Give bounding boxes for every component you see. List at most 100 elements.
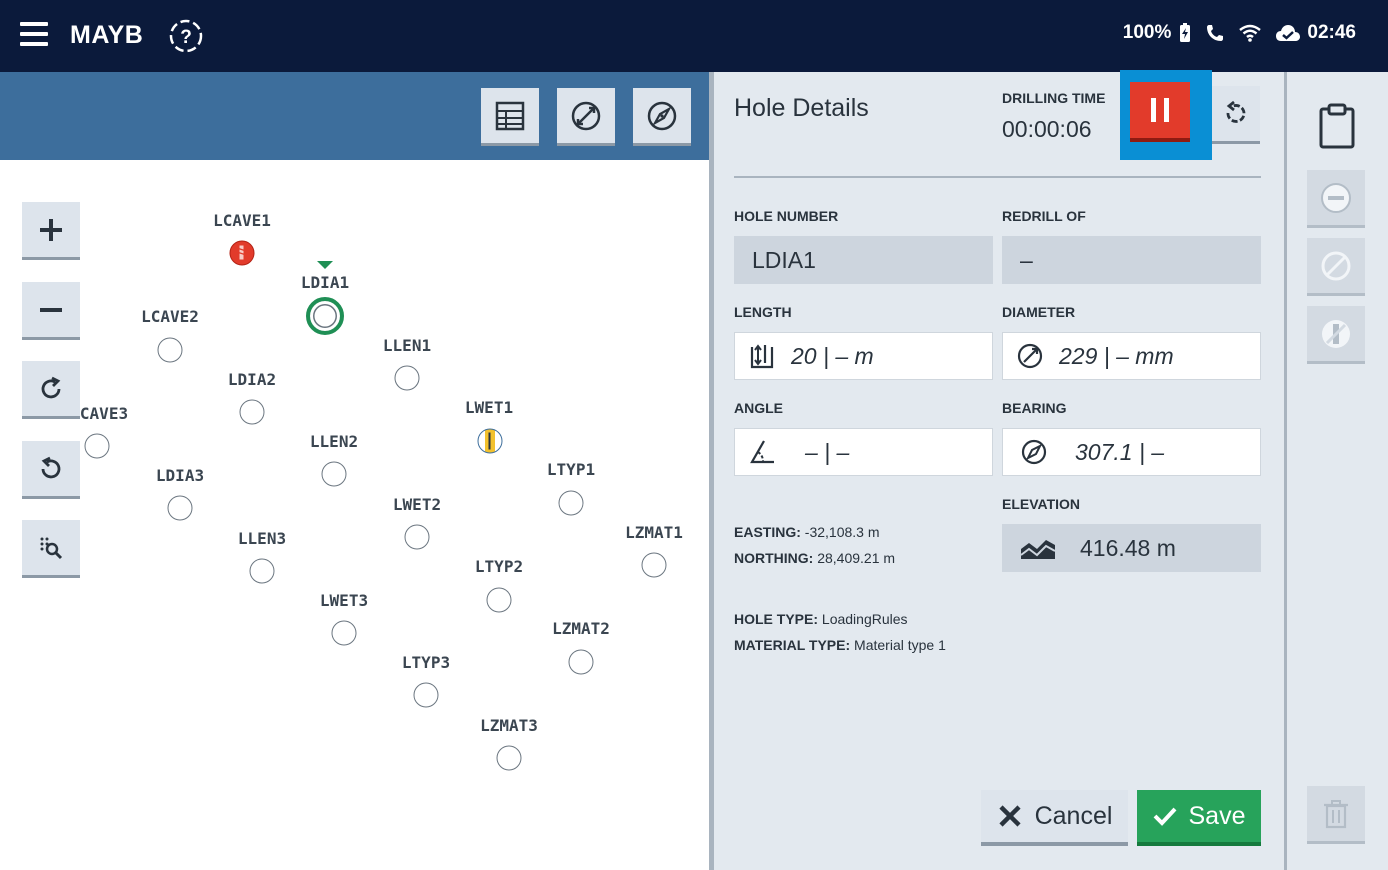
hole-label: LDIA1: [300, 273, 350, 292]
wifi-icon: [1239, 24, 1262, 42]
bearing-value: 307.1 | –: [1075, 438, 1165, 465]
top-bar: MAYB ? 100% 02:46: [0, 0, 1388, 72]
northing-value: 28,409.21 m: [817, 550, 896, 566]
trash-icon: [1324, 799, 1348, 828]
zoom-to-fit-button[interactable]: [22, 520, 80, 578]
bearing-field[interactable]: 307.1 | –: [1002, 428, 1261, 476]
zoom-out-button[interactable]: [22, 282, 80, 340]
battery-charging-icon: [1179, 23, 1191, 43]
skip-hole-button[interactable]: [1307, 170, 1365, 228]
pause-drilling-button[interactable]: [1130, 82, 1190, 142]
cloud-check-icon: [1275, 24, 1301, 42]
hole-label: LWET3: [319, 591, 369, 610]
hole-ldia1[interactable]: [306, 297, 344, 335]
hole-lwet2[interactable]: [404, 524, 430, 550]
hole-lcave1[interactable]: [229, 240, 255, 266]
hole-details-panel: Hole Details DRILLING TIME 00:00:06 HOLE…: [714, 70, 1284, 870]
hole-ldia2[interactable]: [239, 399, 265, 425]
reset-icon: [1226, 100, 1246, 123]
action-rail: [1287, 72, 1388, 870]
redrill-button[interactable]: [1307, 306, 1365, 364]
check-icon: [1153, 807, 1176, 826]
cancel-button[interactable]: Cancel: [981, 790, 1128, 846]
block-hole-button[interactable]: [1307, 238, 1365, 296]
svg-text:?: ?: [180, 27, 192, 48]
hole-llen1[interactable]: [394, 365, 420, 391]
save-button[interactable]: Save: [1137, 790, 1261, 846]
rotate-clockwise-button[interactable]: [22, 361, 80, 419]
wet-hole-icon: [488, 432, 491, 450]
length-field[interactable]: 20 | – m: [734, 332, 993, 380]
reset-timer-button[interactable]: [1212, 86, 1260, 144]
battery-level: 100%: [1122, 22, 1172, 43]
drill-slash-icon: [1322, 319, 1350, 348]
help-icon[interactable]: ?: [168, 18, 204, 54]
menu-icon[interactable]: [20, 22, 48, 46]
hole-lzmat2[interactable]: [568, 649, 594, 675]
rotate-counterclockwise-button[interactable]: [22, 441, 80, 499]
easting-label: EASTING:: [734, 524, 801, 540]
redrill-value: –: [1020, 246, 1033, 273]
angle-value: – | –: [805, 438, 850, 465]
easting-value: -32,108.3 m: [804, 524, 880, 540]
grid-icon: [495, 101, 525, 130]
hole-ldia3[interactable]: [167, 495, 193, 521]
elevation-icon: [1020, 533, 1056, 563]
panel-title: Hole Details: [734, 94, 869, 122]
hole-lwet1[interactable]: [477, 428, 503, 454]
save-label: Save: [1188, 801, 1246, 830]
minus-icon: [40, 307, 62, 312]
hole-label: LLEN3: [237, 529, 287, 548]
hole-lzmat1[interactable]: [641, 552, 667, 578]
hole-ltyp3[interactable]: [413, 682, 439, 708]
easting-info: EASTING: -32,108.3 m: [734, 524, 880, 540]
cancel-label: Cancel: [1034, 801, 1113, 830]
compass-view-button[interactable]: [633, 88, 691, 146]
hole-type-label: HOLE TYPE:: [734, 611, 819, 627]
clipboard-button[interactable]: [1317, 102, 1357, 150]
rotate-cw-icon: [41, 376, 61, 398]
delete-button[interactable]: [1307, 786, 1365, 844]
length-icon: [747, 341, 777, 371]
angle-label: ANGLE: [734, 400, 783, 416]
hole-type-value: LoadingRules: [821, 611, 908, 627]
hole-label: LDIA2: [227, 370, 277, 389]
hole-label: LZMAT2: [552, 619, 610, 638]
grid-view-button[interactable]: [481, 88, 539, 146]
status-bar: 100% 02:46: [1123, 22, 1356, 44]
plus-icon: [40, 218, 62, 241]
hole-lzmat3[interactable]: [496, 745, 522, 771]
hole-label: LCAVE1: [213, 211, 271, 230]
pause-highlight: [1120, 70, 1212, 160]
length-label: LENGTH: [734, 304, 792, 320]
hole-label: LTYP2: [474, 557, 524, 576]
bearing-label: BEARING: [1002, 400, 1067, 416]
hole-ltyp1[interactable]: [558, 490, 584, 516]
hole-llen2[interactable]: [321, 461, 347, 487]
map-canvas[interactable]: LCAVE1 LDIA1 LCAVE2 LLEN1 LDIA2 LWET1 CA…: [0, 160, 709, 870]
hole-lcave3[interactable]: [84, 433, 110, 459]
zoom-in-button[interactable]: [22, 202, 80, 260]
hole-type-info: HOLE TYPE: LoadingRules: [734, 611, 908, 627]
drill-bit-icon: [238, 245, 245, 260]
divider-line: [734, 176, 1261, 178]
angle-field[interactable]: – | –: [734, 428, 993, 476]
phone-icon: [1205, 23, 1225, 43]
hole-llen3[interactable]: [249, 558, 275, 584]
hole-lwet3[interactable]: [331, 620, 357, 646]
hole-number-label: HOLE NUMBER: [734, 208, 839, 224]
elevation-field: 416.48 m: [1002, 524, 1261, 572]
block-icon: [1321, 251, 1351, 280]
hole-ltyp2[interactable]: [486, 587, 512, 613]
clock: 02:46: [1307, 22, 1356, 43]
redrill-field: –: [1002, 236, 1261, 284]
pause-icon: [1151, 98, 1169, 122]
diameter-value: 229 | – mm: [1059, 342, 1174, 369]
hole-label: LLEN2: [309, 432, 359, 451]
hole-label: LZMAT3: [480, 716, 538, 735]
clipboard-icon: [1319, 103, 1355, 149]
drilling-time-value: 00:00:06: [1002, 116, 1092, 142]
hole-lcave2[interactable]: [157, 337, 183, 363]
diameter-view-button[interactable]: [557, 88, 615, 146]
diameter-field[interactable]: 229 | – mm: [1002, 332, 1261, 380]
